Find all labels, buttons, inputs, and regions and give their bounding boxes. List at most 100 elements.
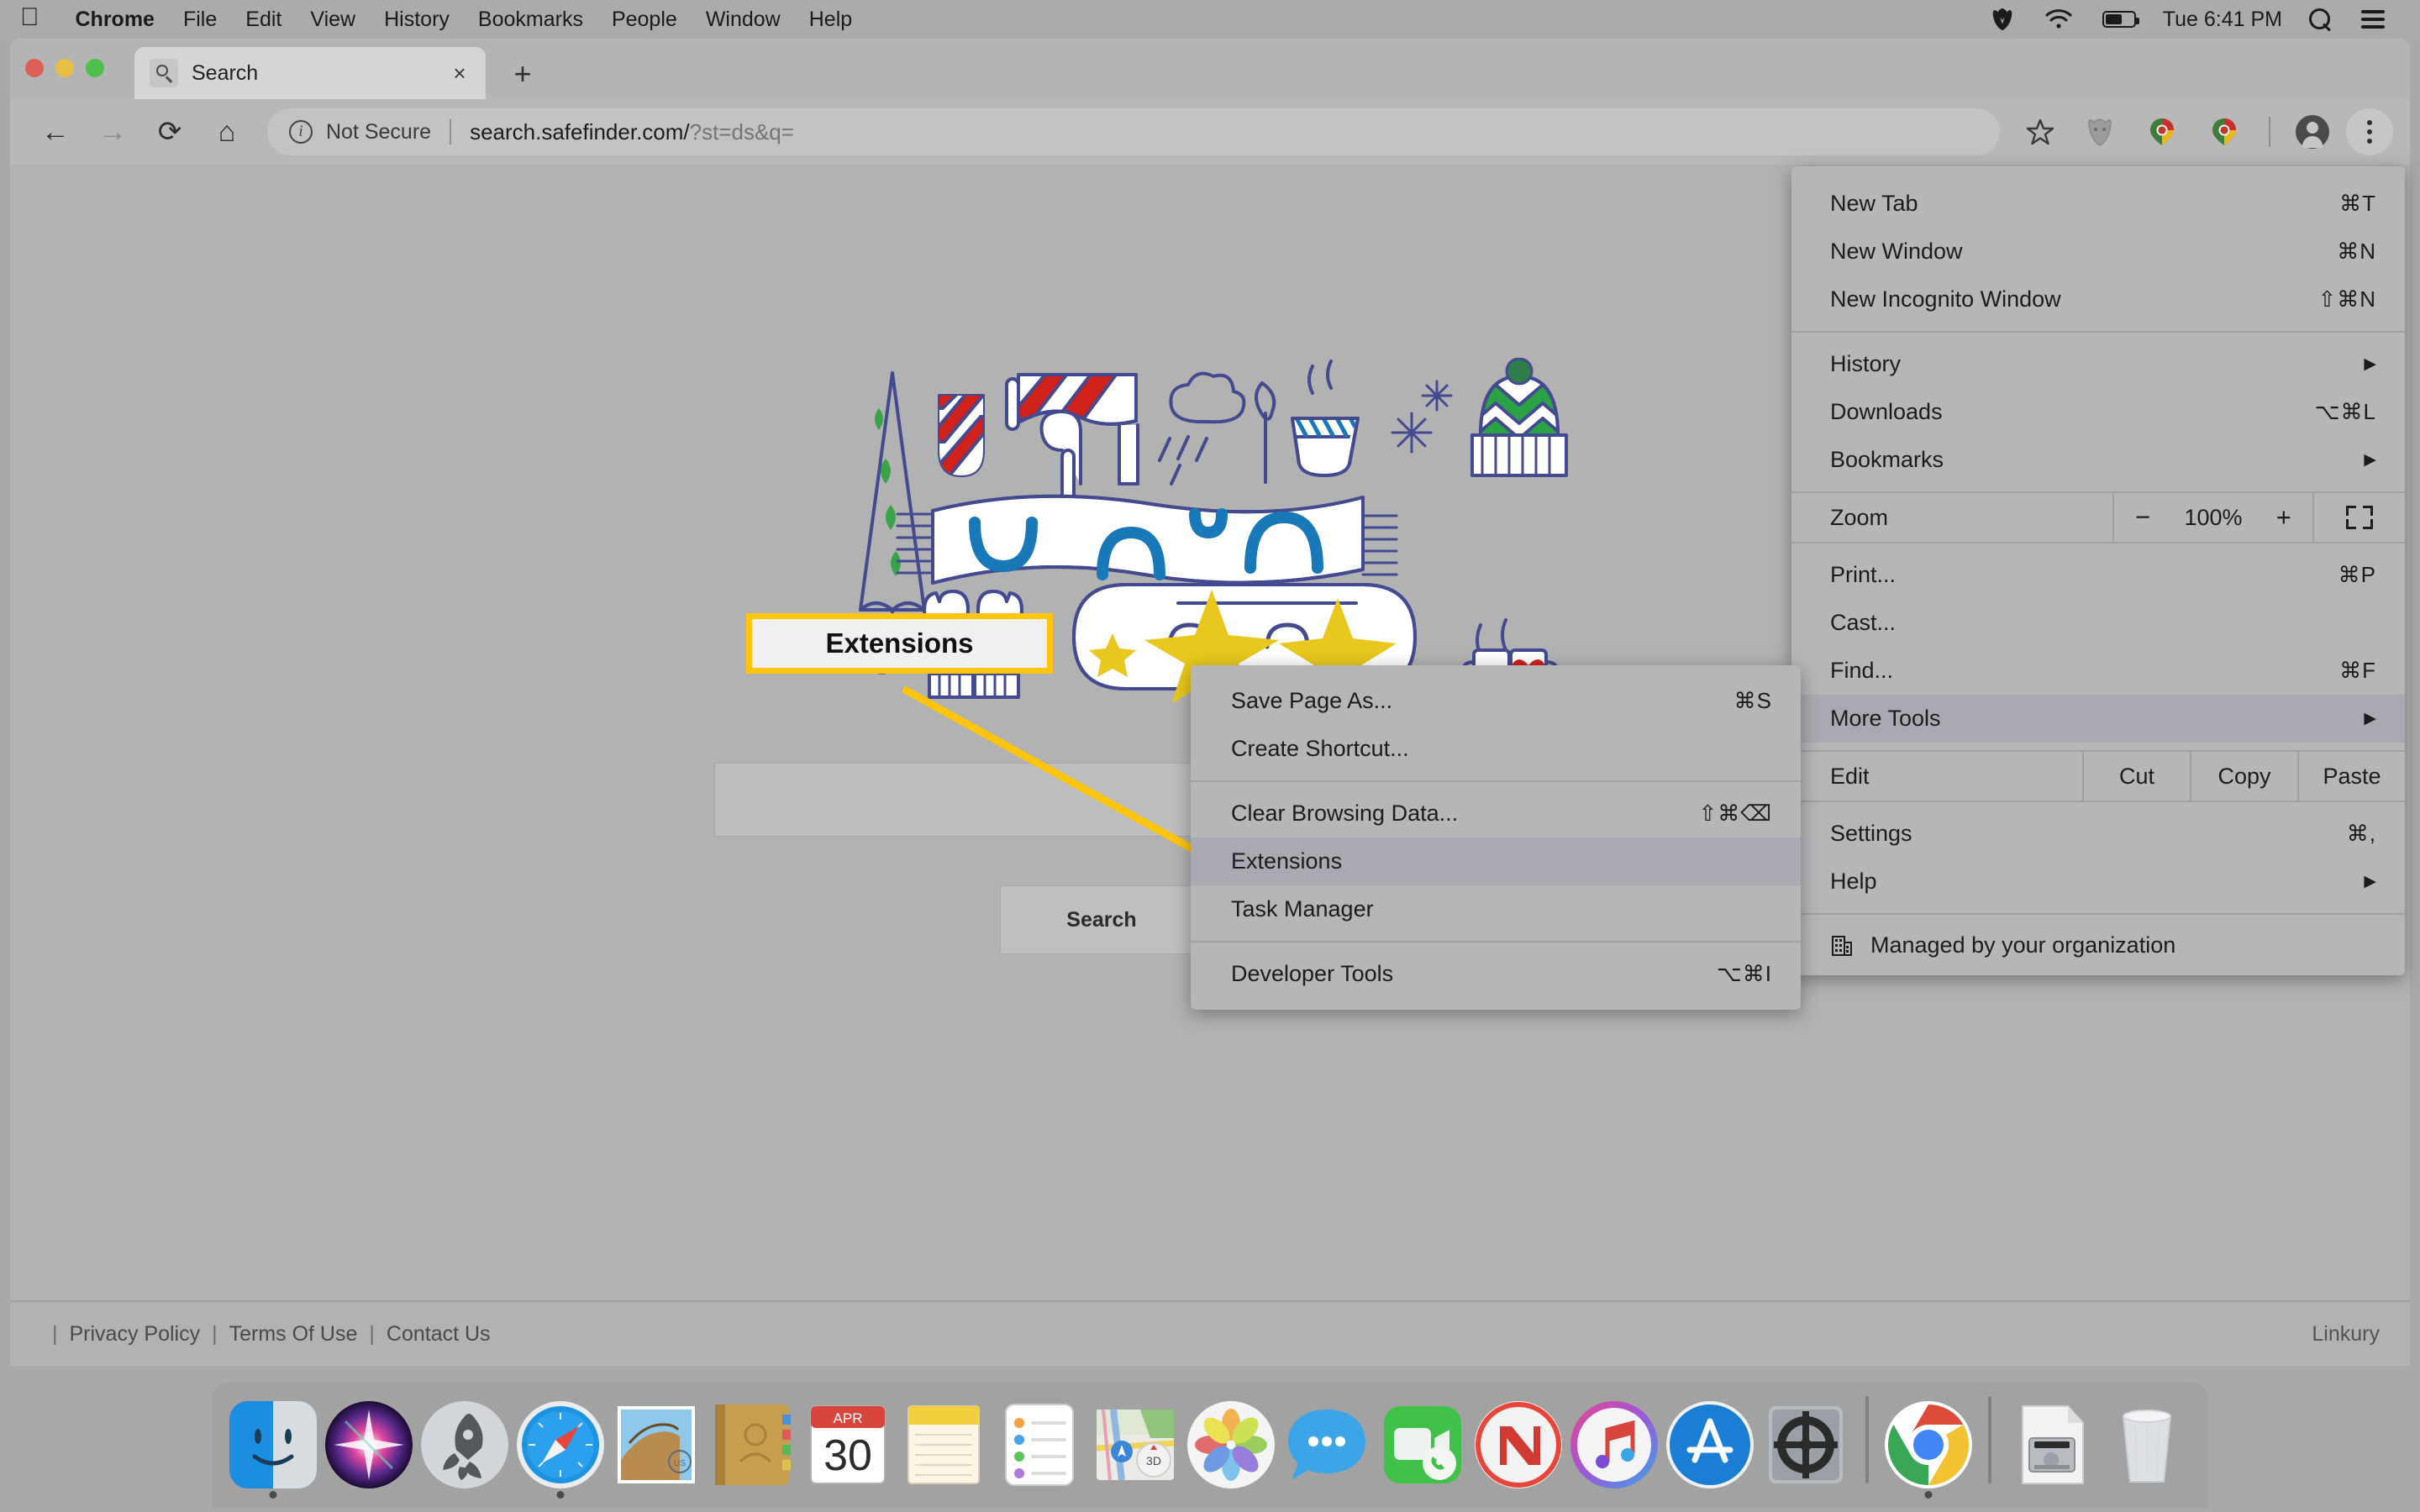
footer-link-privacy-policy[interactable]: Privacy Policy xyxy=(70,1322,201,1347)
menu-bar-clock[interactable]: Tue 6:41 PM xyxy=(2151,8,2294,32)
callout-label-text: Extensions xyxy=(825,627,974,659)
minimize-window-button[interactable] xyxy=(55,59,74,77)
dock-item-contacts[interactable] xyxy=(704,1391,800,1502)
search-button[interactable]: Search xyxy=(1000,885,1203,954)
dock-item-notes[interactable] xyxy=(896,1391,992,1502)
menu-item-chrome[interactable]: Chrome xyxy=(61,8,169,32)
reload-icon[interactable]: ⟳ xyxy=(141,103,198,160)
back-icon[interactable]: ← xyxy=(27,103,84,160)
menu-item-window[interactable]: Window xyxy=(692,8,795,32)
dock-item-reminders[interactable] xyxy=(992,1391,1087,1502)
malwarebytes-icon[interactable] xyxy=(1975,7,2030,32)
address-bar[interactable]: i Not Secure search.safefinder.com/?st=d… xyxy=(267,108,2000,155)
menu-item-find[interactable]: Find... ⌘F xyxy=(1791,647,2405,695)
spotlight-search-icon[interactable] xyxy=(2294,8,2346,30)
chevron-right-icon: ▶ xyxy=(2364,873,2376,890)
running-indicator xyxy=(269,1491,277,1499)
submenu-item-extensions[interactable]: Extensions xyxy=(1191,837,1801,885)
dock-item-system-preferences[interactable] xyxy=(1758,1391,1854,1502)
new-tab-button[interactable]: + xyxy=(504,59,541,89)
dock-item-launchpad[interactable] xyxy=(417,1391,513,1502)
cut-button[interactable]: Cut xyxy=(2082,752,2190,801)
menu-item-managed-by-organization[interactable]: Managed by your organization xyxy=(1791,913,2405,975)
dock-item-google-chrome[interactable] xyxy=(1881,1391,1976,1502)
zoom-out-button[interactable]: − xyxy=(2127,502,2159,533)
callout-extensions-label: Extensions xyxy=(746,613,1053,674)
menu-item-more-tools[interactable]: More Tools ▶ xyxy=(1791,695,2405,743)
menu-item-people[interactable]: People xyxy=(597,8,692,32)
maximize-window-button[interactable] xyxy=(86,59,104,77)
dock-item-messages[interactable] xyxy=(1279,1391,1375,1502)
close-window-button[interactable] xyxy=(25,59,44,77)
dock-separator-2 xyxy=(1988,1396,1991,1483)
dock-item-facetime[interactable] xyxy=(1375,1391,1470,1502)
dock-item-mail[interactable]: US xyxy=(608,1391,704,1502)
footer-separator-2: | xyxy=(369,1321,375,1346)
paste-button[interactable]: Paste xyxy=(2297,752,2405,801)
extension-chrome-icon-1[interactable] xyxy=(2148,117,2176,147)
dock-item-safari[interactable] xyxy=(513,1391,608,1502)
menu-item-view[interactable]: View xyxy=(296,8,370,32)
close-icon[interactable]: × xyxy=(447,60,472,87)
submenu-item-clear-browsing-data[interactable]: Clear Browsing Data... ⇧⌘⌫ xyxy=(1191,790,1801,837)
menu-item-bookmarks[interactable]: Bookmarks xyxy=(464,8,597,32)
submenu-item-label: Extensions xyxy=(1231,848,1343,874)
dock-item-siri[interactable] xyxy=(321,1391,417,1502)
dock-item-maps[interactable]: 3D xyxy=(1087,1391,1183,1502)
apple-logo-icon[interactable]:  xyxy=(20,5,39,30)
menu-item-history[interactable]: History xyxy=(370,8,464,32)
bookmark-star-icon[interactable] xyxy=(2012,103,2069,160)
profile-avatar[interactable] xyxy=(2296,115,2329,149)
menu-item-label: New Incognito Window xyxy=(1830,286,2061,312)
submenu-item-developer-tools[interactable]: Developer Tools ⌥⌘I xyxy=(1191,950,1801,998)
zoom-level-value: 100% xyxy=(2184,504,2243,530)
site-info-icon[interactable]: i xyxy=(289,120,313,144)
menu-item-accelerator: ⌘N xyxy=(2337,239,2376,264)
chevron-right-icon: ▶ xyxy=(2364,355,2376,373)
menu-item-new-tab[interactable]: New Tab ⌘T xyxy=(1791,180,2405,228)
managed-label: Managed by your organization xyxy=(1870,932,2176,958)
copy-button[interactable]: Copy xyxy=(2190,752,2297,801)
menu-item-bookmarks[interactable]: Bookmarks ▶ xyxy=(1791,436,2405,484)
menu-item-downloads[interactable]: Downloads ⌥⌘L xyxy=(1791,388,2405,436)
submenu-item-create-shortcut[interactable]: Create Shortcut... xyxy=(1191,725,1801,773)
dock-item-app-store[interactable] xyxy=(1662,1391,1758,1502)
menu-item-new-incognito-window[interactable]: New Incognito Window ⇧⌘N xyxy=(1791,276,2405,323)
zoom-in-button[interactable]: + xyxy=(2268,502,2300,533)
browser-tab-search[interactable]: Search × xyxy=(134,47,486,99)
extension-shield-icon[interactable] xyxy=(2086,117,2114,147)
menu-item-print[interactable]: Print... ⌘P xyxy=(1791,551,2405,599)
dock-item-photos[interactable] xyxy=(1183,1391,1279,1502)
menu-item-help[interactable]: Help xyxy=(795,8,866,32)
fullscreen-button[interactable] xyxy=(2314,493,2405,542)
browser-toolbar: ← → ⟳ ⌂ i Not Secure search.safefinder.c… xyxy=(10,99,2410,165)
submenu-item-save-page-as[interactable]: Save Page As... ⌘S xyxy=(1191,677,1801,725)
dock-item-trash[interactable] xyxy=(2099,1391,2195,1502)
submenu-item-task-manager[interactable]: Task Manager xyxy=(1191,885,1801,933)
running-indicator xyxy=(556,1491,565,1499)
home-icon[interactable]: ⌂ xyxy=(198,103,255,160)
forward-icon[interactable]: → xyxy=(84,103,141,160)
control-center-icon[interactable] xyxy=(2346,10,2400,29)
dock-item-finder[interactable] xyxy=(225,1391,321,1502)
dock-item-disk-image[interactable] xyxy=(2003,1391,2099,1502)
dock-item-itunes[interactable] xyxy=(1566,1391,1662,1502)
extension-chrome-icon-2[interactable] xyxy=(2210,117,2238,147)
battery-icon[interactable] xyxy=(2087,11,2151,28)
menu-item-help[interactable]: Help ▶ xyxy=(1791,858,2405,906)
footer-separator-1: | xyxy=(212,1321,218,1346)
chrome-menu-kebab-icon[interactable] xyxy=(2346,108,2393,155)
menu-item-edit[interactable]: Edit xyxy=(231,8,296,32)
menu-item-new-window[interactable]: New Window ⌘N xyxy=(1791,228,2405,276)
menu-item-file[interactable]: File xyxy=(169,8,231,32)
dock-item-news[interactable] xyxy=(1470,1391,1566,1502)
menu-item-cast[interactable]: Cast... xyxy=(1791,599,2405,647)
menu-item-history[interactable]: History ▶ xyxy=(1791,340,2405,388)
footer-link-terms-of-use[interactable]: Terms Of Use xyxy=(229,1322,358,1347)
submenu-item-label: Clear Browsing Data... xyxy=(1231,801,1459,826)
menu-item-settings[interactable]: Settings ⌘, xyxy=(1791,810,2405,858)
dock-item-calendar[interactable]: APR 30 xyxy=(800,1391,896,1502)
footer-link-contact-us[interactable]: Contact Us xyxy=(387,1322,491,1347)
wifi-icon[interactable] xyxy=(2030,9,2087,29)
submenu-divider xyxy=(1191,780,1801,782)
